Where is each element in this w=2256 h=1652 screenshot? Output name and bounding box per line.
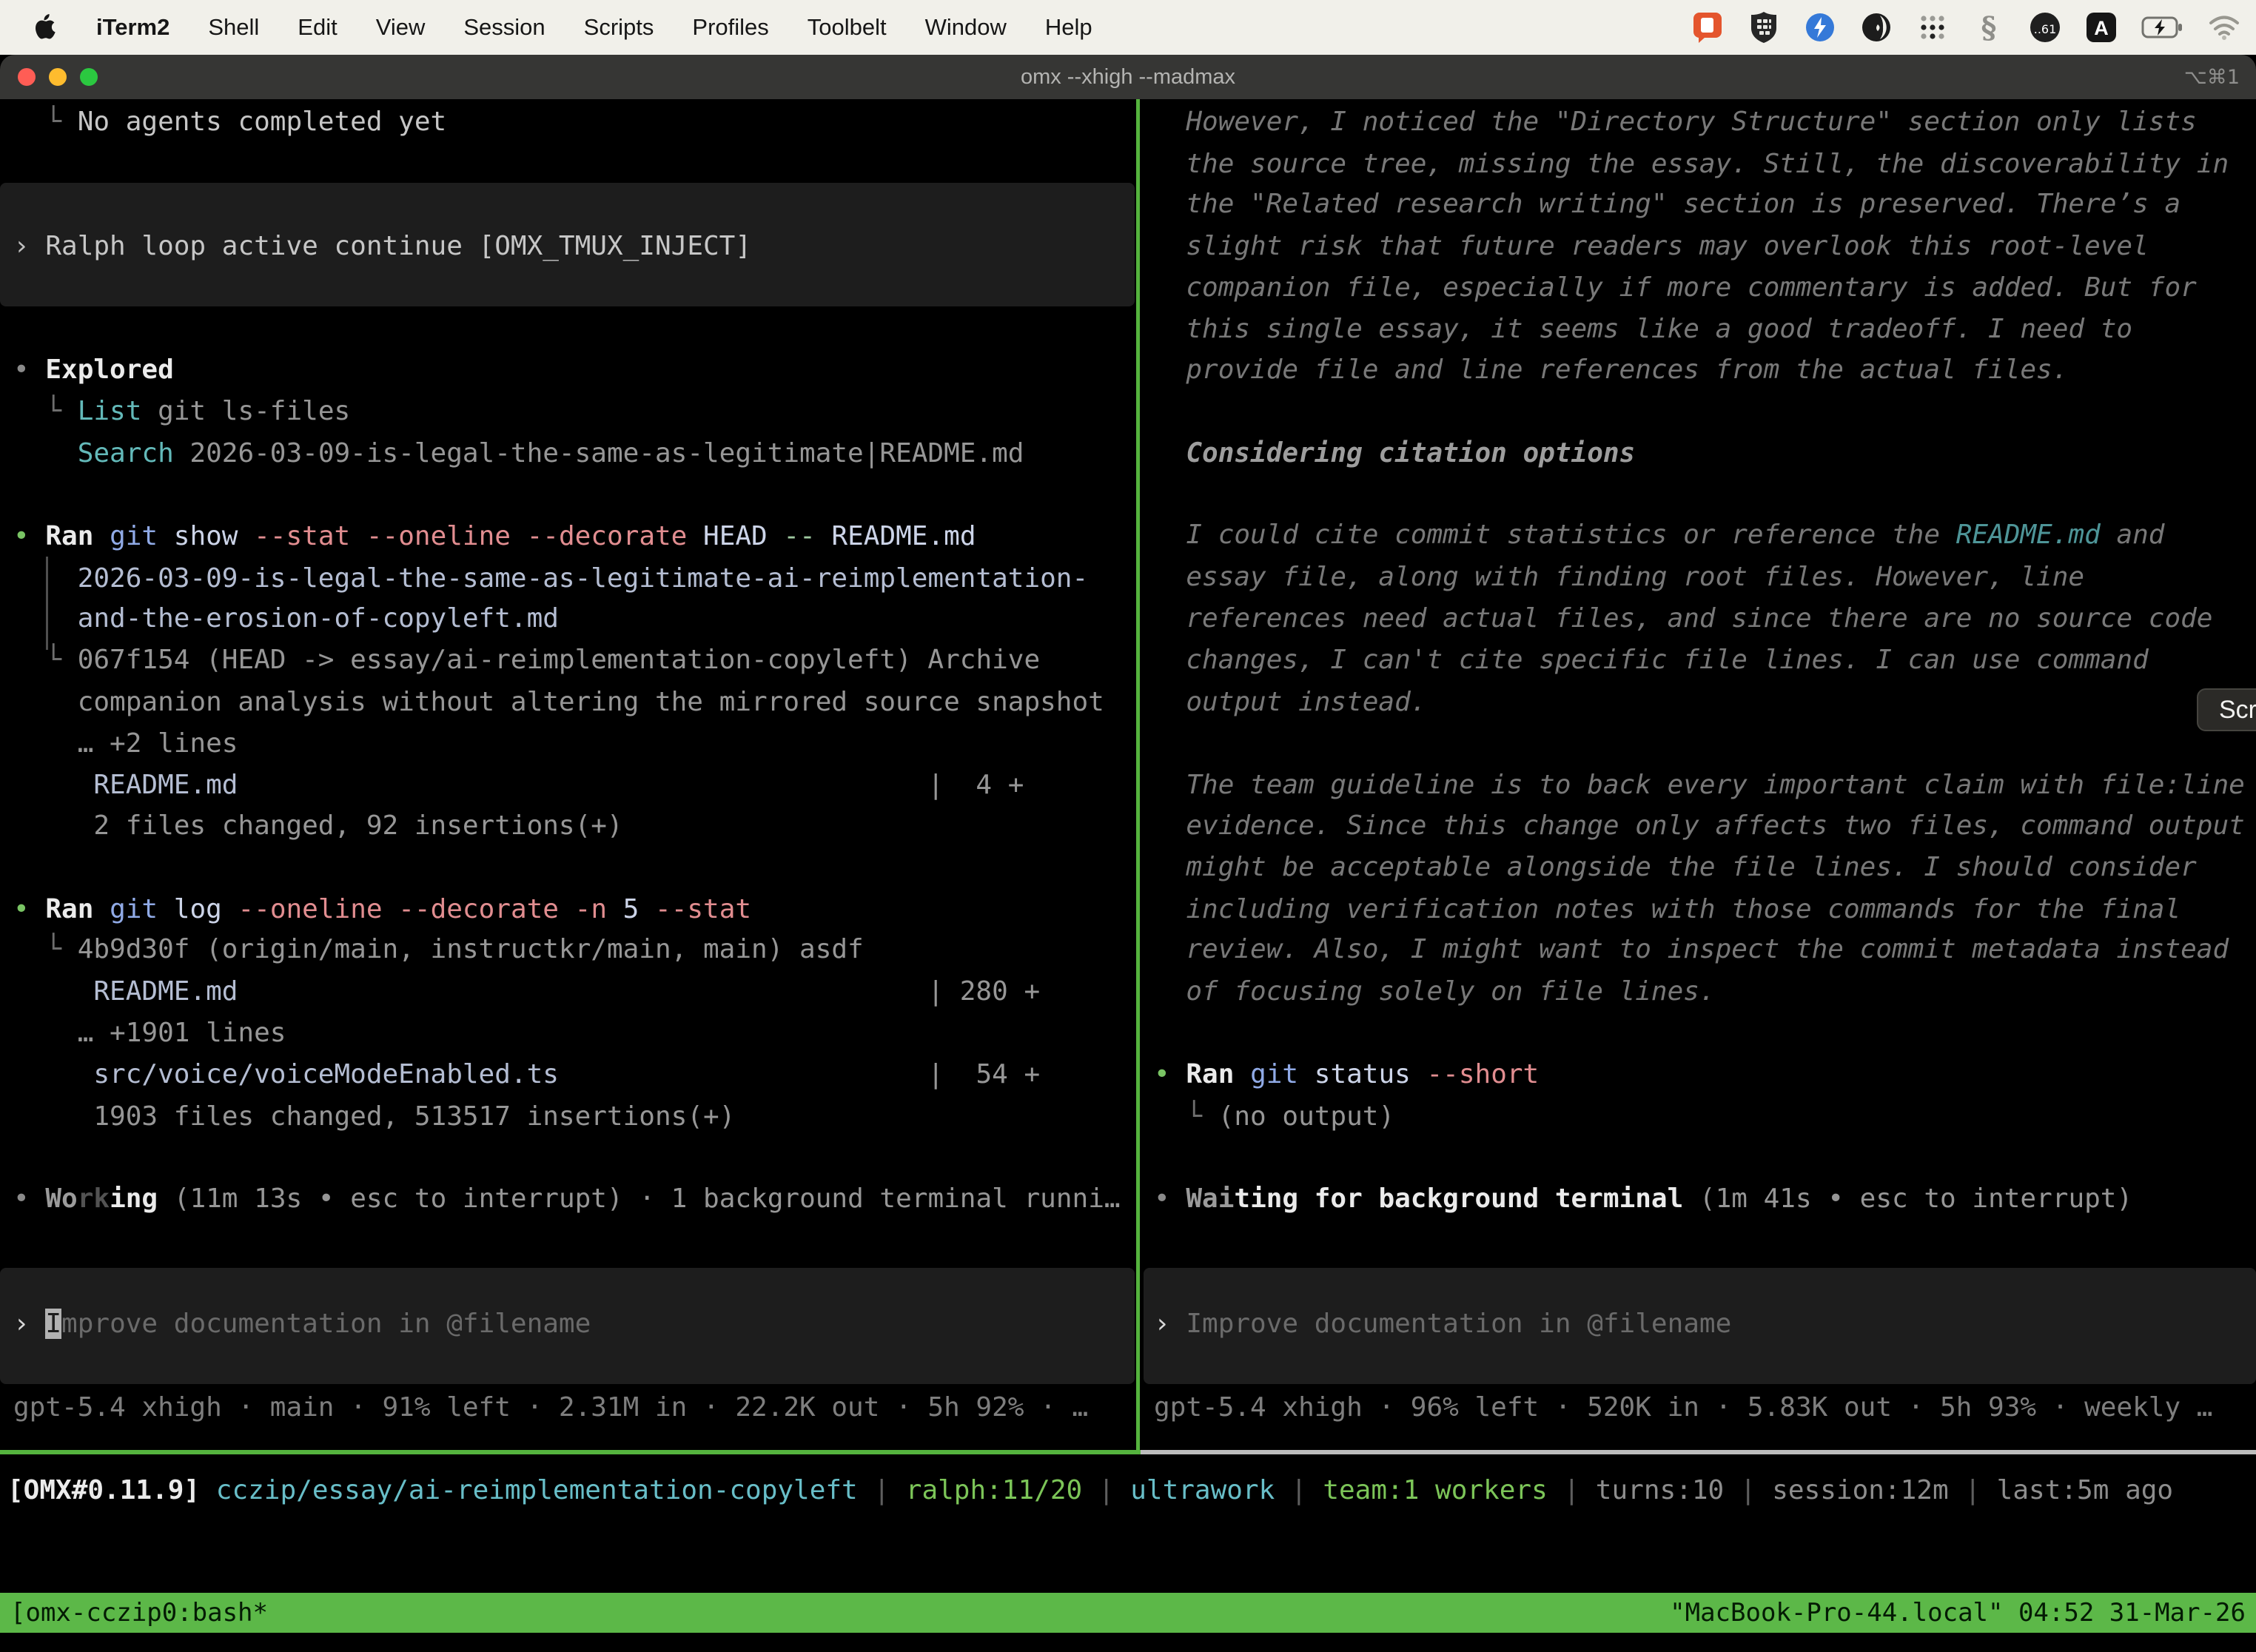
omx-status-line: [OMX#0.11.9] cczip/essay/ai-reimplementa… — [0, 1470, 2256, 1511]
squiggle-icon[interactable]: § — [1972, 10, 2006, 44]
zoom-button[interactable] — [80, 68, 98, 86]
reasoning-heading: Considering citation options — [1154, 433, 1635, 474]
svg-text:..61: ..61 — [2034, 22, 2057, 36]
menu-item-scripts[interactable]: Scripts — [584, 14, 654, 41]
git-show-stat: README.md | 4 + — [13, 765, 1024, 806]
git-log-summary: 1903 files changed, 513517 insertions(+) — [13, 1096, 735, 1138]
reasoning-p1: companion file, especially if more comme… — [1154, 267, 2197, 309]
ralph-loop-command: › Ralph loop active continue [OMX_TMUX_I… — [13, 226, 751, 267]
reasoning-p3: The team guideline is to back every impo… — [1154, 765, 2245, 806]
pane-divider-vertical[interactable] — [1136, 99, 1140, 1452]
working-status: • Working (11m 13s • esc to interrupt) ·… — [13, 1178, 1121, 1220]
menu-item-iterm2[interactable]: iTerm2 — [96, 14, 169, 41]
reasoning-p1: slight risk that future readers may over… — [1154, 226, 2149, 267]
svg-text:A: A — [2094, 17, 2109, 39]
tmux-session-name: [omx-cczip0:bash* — [10, 1598, 268, 1628]
reasoning-p1: However, I noticed the "Directory Struct… — [1154, 101, 2197, 143]
git-show-more: … +2 lines — [13, 723, 238, 765]
reasoning-p2: I could cite commit statistics or refere… — [1154, 514, 2164, 556]
terminal-content: └ No agents completed yet › Ralph loop ac… — [0, 99, 2256, 1652]
explored-header: • Explored — [13, 349, 174, 391]
reasoning-p3: review. Also, I might want to inspect th… — [1154, 929, 2229, 970]
menu-status-icons: § ..61 A — [1691, 10, 2256, 44]
omx-session-status: [OMX#0.11.9] cczip/essay/ai-reimplementa… — [7, 1470, 2173, 1511]
close-button[interactable] — [18, 68, 36, 86]
explored-search: Search 2026-03-09-is-legal-the-same-as-l… — [13, 433, 1024, 474]
window-controls — [18, 68, 98, 86]
tmux-status-bar: [omx-cczip0:bash* "MacBook-Pro-44.local"… — [0, 1593, 2256, 1633]
shield-icon[interactable] — [1747, 10, 1781, 44]
tmux-host-clock: "MacBook-Pro-44.local" 04:52 31-Mar-26 — [1670, 1598, 2246, 1628]
model-status: gpt-5.4 xhigh · 96% left · 520K in · 5.8… — [1154, 1387, 2212, 1428]
ran-git-log: • Ran git log --oneline --decorate -n 5 … — [13, 889, 751, 930]
reasoning-p1: the "Related research writing" section i… — [1154, 184, 2181, 225]
bolt-icon[interactable] — [1803, 10, 1837, 44]
reasoning-p2: output instead. — [1154, 682, 1426, 723]
waiting-status: • Waiting for background terminal (1m 41… — [1154, 1178, 2132, 1220]
reasoning-p3: might be acceptable alongside the file l… — [1154, 847, 2197, 888]
git-show-file-1: 2026-03-09-is-legal-the-same-as-legitima… — [13, 558, 1088, 600]
git-status-output: └ (no output) — [1154, 1096, 1394, 1138]
ran-git-status: • Ran git status --short — [1154, 1054, 1539, 1095]
menu-item-window[interactable]: Window — [925, 14, 1007, 41]
model-status: gpt-5.4 xhigh · main · 91% left · 2.31M … — [13, 1387, 1088, 1428]
reasoning-p2: essay file, along with finding root file… — [1154, 557, 2084, 598]
git-show-commit: └ 067f154 (HEAD -> essay/ai-reimplementa… — [13, 639, 1040, 681]
menu-item-profiles[interactable]: Profiles — [692, 14, 768, 41]
menu-left: iTerm2 Shell Edit View Session Scripts Profile… — [0, 10, 1092, 44]
git-show-commit-2: companion analysis without altering the … — [13, 682, 1104, 723]
reasoning-p3: including verification notes with those … — [1154, 889, 2181, 930]
menu-item-edit[interactable]: Edit — [298, 14, 337, 41]
reasoning-p3: evidence. Since this change only affects… — [1154, 805, 2245, 847]
reasoning-p3: of focusing solely on file lines. — [1154, 971, 1716, 1013]
git-show-summary: 2 files changed, 92 insertions(+) — [13, 805, 623, 847]
wifi-icon[interactable] — [2207, 10, 2241, 44]
menu-item-session[interactable]: Session — [463, 14, 545, 41]
git-log-stat-2: src/voice/voiceModeEnabled.ts | 54 + — [13, 1054, 1040, 1095]
apple-logo-icon[interactable] — [33, 10, 58, 44]
window-title: omx --xhigh --madmax — [1021, 65, 1235, 90]
dots-grid-icon[interactable] — [1916, 10, 1950, 44]
git-log-stat-1: README.md | 280 + — [13, 971, 1040, 1013]
agents-status-line: └ No agents completed yet — [13, 101, 446, 143]
a-app-icon[interactable]: A — [2084, 10, 2118, 44]
chat-icon[interactable] — [1691, 10, 1725, 44]
menu-item-view[interactable]: View — [376, 14, 426, 41]
reasoning-p2: references need actual files, and since … — [1154, 598, 2212, 639]
prompt-input: › Improve documentation in @filename — [1154, 1303, 1731, 1345]
screen-tooltip-text: Scre — [2219, 696, 2256, 725]
explored-list: └ List git ls-files — [13, 391, 350, 432]
reasoning-p1: provide file and line references from th… — [1154, 349, 2068, 391]
menu-bar: iTerm2 Shell Edit View Session Scripts Profile… — [0, 0, 2256, 55]
menu-item-help[interactable]: Help — [1045, 14, 1092, 41]
badge-61-icon[interactable]: ..61 — [2028, 10, 2062, 44]
window-shortcut-badge: ⌥⌘1 — [2184, 66, 2240, 89]
menu-items: iTerm2 Shell Edit View Session Scripts Profile… — [96, 14, 1092, 41]
reasoning-p1: this single essay, it seems like a good … — [1154, 309, 2132, 350]
title-bar[interactable]: omx --xhigh --madmax ⌥⌘1 — [0, 55, 2256, 99]
battery-icon[interactable] — [2141, 10, 2185, 44]
menu-item-toolbelt[interactable]: Toolbelt — [808, 14, 887, 41]
prompt-input: › Improve documentation in @filename — [13, 1303, 591, 1345]
reasoning-p1: the source tree, missing the essay. Stil… — [1154, 144, 2229, 185]
screen-tooltip: Scre — [2197, 688, 2256, 731]
minimize-button[interactable] — [49, 68, 67, 86]
git-log-commit: └ 4b9d30f (origin/main, instructkr/main,… — [13, 929, 864, 970]
tmux-pane-left[interactable]: └ No agents completed yet › Ralph loop ac… — [0, 99, 1135, 1452]
crescent-icon[interactable] — [1859, 10, 1893, 44]
menu-item-shell[interactable]: Shell — [208, 14, 259, 41]
iterm-window: omx --xhigh --madmax ⌥⌘1 └ No agents com… — [0, 55, 2256, 1652]
git-log-more: … +1901 lines — [13, 1013, 286, 1054]
pane-border-bottom-left — [0, 1450, 1141, 1454]
git-show-file-2: and-the-erosion-of-copyleft.md — [13, 598, 559, 639]
reasoning-p2: changes, I can't cite specific file line… — [1154, 639, 2149, 681]
ran-git-show: • Ran git show --stat --oneline --decora… — [13, 516, 976, 557]
tmux-pane-right[interactable]: However, I noticed the "Directory Struct… — [1144, 99, 2256, 1452]
